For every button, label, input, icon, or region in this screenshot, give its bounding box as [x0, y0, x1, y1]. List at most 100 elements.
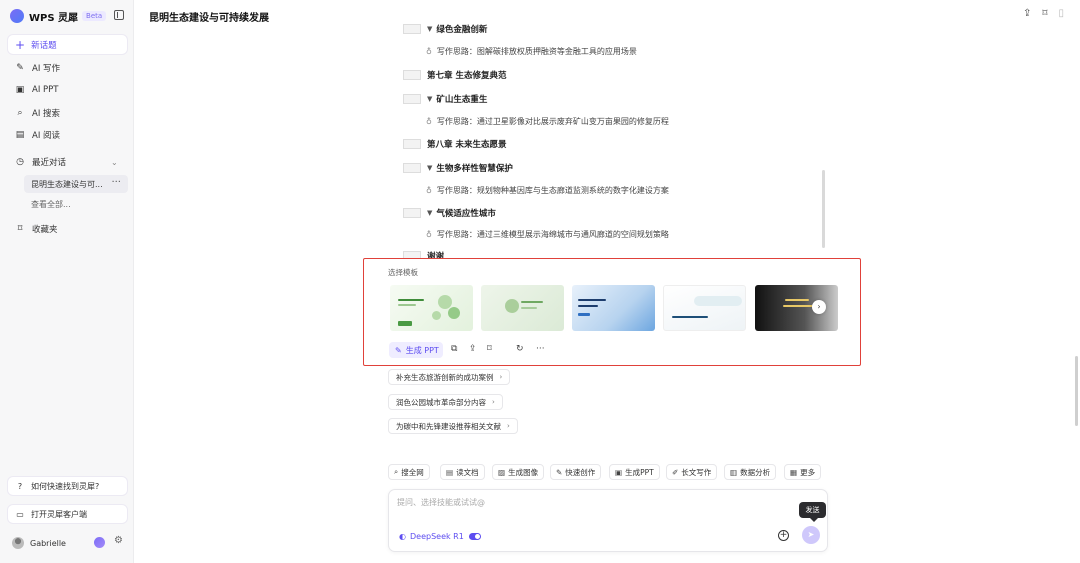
slide-thumbnail [403, 163, 421, 173]
outline-scrollbar[interactable] [822, 170, 825, 248]
open-client-button[interactable]: ▭ 打开灵犀客户端 [8, 505, 127, 523]
idea-text: 写作思路：通过三维模型展示海绵城市与通风廊道的空间规划策略 [436, 229, 669, 239]
brand[interactable]: WPS 灵犀 Beta [10, 8, 107, 24]
bookmark-icon[interactable]: ⌑ [487, 344, 492, 354]
wps-lingxi-logo-icon [10, 9, 24, 23]
leaf-shape [432, 311, 441, 320]
template-title-line [672, 316, 708, 318]
tool-search-web[interactable]: ⌕ 搜全网 [388, 464, 430, 480]
outline-section[interactable]: ▼ 气候适应性城市 [388, 206, 496, 220]
bookmark-icon: ⌑ [17, 224, 23, 234]
tool-more[interactable]: ▦ 更多 [784, 464, 822, 480]
new-topic-button[interactable]: + 新话题 [8, 35, 127, 54]
copy-icon[interactable]: ⧉ [451, 344, 457, 354]
sidebar-item-label: AI 阅读 [32, 131, 61, 141]
user-name: Gabrielle [30, 538, 66, 548]
section-title: 绿色金融创新 [436, 25, 488, 35]
user-profile[interactable]: Gabrielle ⚙ [12, 535, 128, 550]
help-find-lingxi-button[interactable]: ? 如何快速找到灵犀? [8, 477, 127, 495]
sidebar-item-favorites[interactable]: ⌑ 收藏夹 [14, 222, 58, 236]
page-scrollbar[interactable] [1075, 356, 1078, 426]
sidebar-item-ai-ppt[interactable]: ▣ AI PPT [14, 83, 59, 97]
tool-label: 生成图像 [508, 467, 539, 477]
edit-icon: ✐ [672, 467, 679, 477]
gear-icon[interactable]: ⚙ [114, 535, 123, 546]
idea-text: 写作思路：通过卫星影像对比展示废弃矿山变万亩果园的修复历程 [436, 116, 669, 126]
new-topic-label: 新话题 [31, 40, 57, 51]
template-card-pale-green[interactable] [481, 285, 564, 331]
outline-section[interactable]: ▼ 绿色金融创新 [388, 22, 487, 36]
share-icon[interactable]: ⇪ [1023, 8, 1031, 19]
tool-read-doc[interactable]: ▤ 读文档 [440, 464, 485, 480]
send-button[interactable]: ➤ [802, 526, 820, 544]
template-card-blue-waves[interactable] [572, 285, 655, 331]
suggestion-chip[interactable]: 为碳中和先锋建设推荐相关文献 › [388, 418, 518, 434]
deep-think-toggle[interactable] [468, 533, 481, 540]
membership-badge-icon[interactable] [94, 537, 105, 548]
outline-chapter[interactable]: 第八章 未来生态愿景 [388, 137, 506, 151]
slide-thumbnail [403, 24, 421, 34]
section-title: 生物多样性智慧保护 [436, 164, 513, 174]
sidebar: WPS 灵犀 Beta + 新话题 ✎ AI 写作 ▣ AI PPT ⌕ AI … [0, 0, 134, 563]
tool-data-analysis[interactable]: ▥ 数据分析 [724, 464, 777, 480]
tool-label: 快速创作 [565, 467, 596, 477]
template-title-line [785, 299, 809, 301]
tool-generate-image[interactable]: ▨ 生成图像 [492, 464, 545, 480]
slide-thumbnail [403, 139, 421, 149]
sidebar-item-ai-search[interactable]: ⌕ AI 搜索 [14, 106, 60, 120]
caret-down-icon[interactable]: ▼ [427, 95, 432, 103]
section-title: 气候适应性城市 [436, 209, 496, 219]
template-subtitle-line [398, 304, 416, 306]
caret-down-icon[interactable]: ▼ [427, 209, 432, 217]
send-tooltip: 发送 [799, 502, 826, 522]
more-options-icon[interactable]: ··· [536, 344, 545, 354]
outline-chapter[interactable]: 第七章 生态修复典范 [388, 68, 506, 82]
outline-idea: ♁ 写作思路：通过三维模型展示海绵城市与通风廊道的空间规划策略 [426, 227, 669, 241]
document-icon[interactable]: ▯ [1058, 8, 1064, 19]
section-title: 矿山生态重生 [436, 95, 488, 105]
tool-quick-create[interactable]: ✎ 快速创作 [550, 464, 602, 480]
tool-generate-ppt[interactable]: ▣ 生成PPT [609, 464, 660, 480]
suggestion-chip[interactable]: 补充生态旅游创新的成功案例 › [388, 369, 511, 385]
slide-thumbnail [403, 208, 421, 218]
search-icon: ⌕ [17, 108, 23, 118]
outline-idea: ♁ 写作思路：通过卫星影像对比展示废弃矿山变万亩果园的修复历程 [426, 114, 669, 128]
recent-conversation-item[interactable]: 昆明生态建设与可... ··· [24, 175, 128, 193]
chevron-down-icon[interactable]: ⌄ [111, 158, 118, 167]
add-attachment-icon[interactable]: + [778, 530, 789, 541]
avatar[interactable] [12, 537, 24, 549]
lightbulb-icon: ♁ [426, 229, 432, 239]
sidebar-collapse-icon[interactable] [114, 10, 124, 20]
sidebar-item-ai-writing[interactable]: ✎ AI 写作 [14, 61, 60, 75]
outline-section[interactable]: ▼ 矿山生态重生 [388, 92, 487, 106]
share-icon[interactable]: ⇪ [469, 344, 477, 354]
recent-conversations-toggle[interactable]: ◷ 最近对话 [14, 155, 66, 169]
model-selector[interactable]: ◐ DeepSeek R1 [399, 532, 481, 541]
chapter-title: 第八章 未来生态愿景 [427, 140, 507, 150]
outline-chapter[interactable]: 谢谢 [388, 249, 444, 258]
bookmark-icon[interactable]: ⌑ [1042, 8, 1047, 19]
caret-down-icon[interactable]: ▼ [427, 25, 432, 33]
suggestion-text: 补充生态旅游创新的成功案例 [396, 372, 494, 382]
chevron-right-icon[interactable]: › [812, 300, 826, 314]
generate-ppt-button[interactable]: ✎ 生成 PPT [389, 342, 443, 358]
caret-down-icon[interactable]: ▼ [427, 164, 432, 172]
see-all-link[interactable]: 查看全部... [31, 199, 71, 210]
slide-thumbnail [403, 251, 421, 258]
search-icon: ⌕ [394, 467, 399, 476]
chart-icon: ▥ [730, 467, 738, 477]
suggestion-chip[interactable]: 润色公园城市革命部分内容 › [388, 394, 503, 410]
outline-section[interactable]: ▼ 生物多样性智慧保护 [388, 161, 513, 175]
refresh-icon[interactable]: ↻ [516, 344, 524, 354]
template-card-white-minimal[interactable] [663, 285, 746, 331]
deepseek-whale-icon: ◐ [399, 532, 406, 541]
chapter-title: 谢谢 [427, 252, 445, 258]
tool-long-writing[interactable]: ✐ 长文写作 [666, 464, 718, 480]
chevron-right-icon: › [507, 422, 510, 430]
suggestion-text: 润色公园城市革命部分内容 [396, 397, 486, 407]
sidebar-item-ai-reading[interactable]: ▤ AI 阅读 [14, 128, 60, 142]
more-options-icon[interactable]: ··· [111, 177, 121, 188]
chat-input[interactable] [397, 497, 777, 513]
template-card-green-leaves[interactable] [390, 285, 473, 331]
document-icon: ▤ [446, 467, 454, 477]
